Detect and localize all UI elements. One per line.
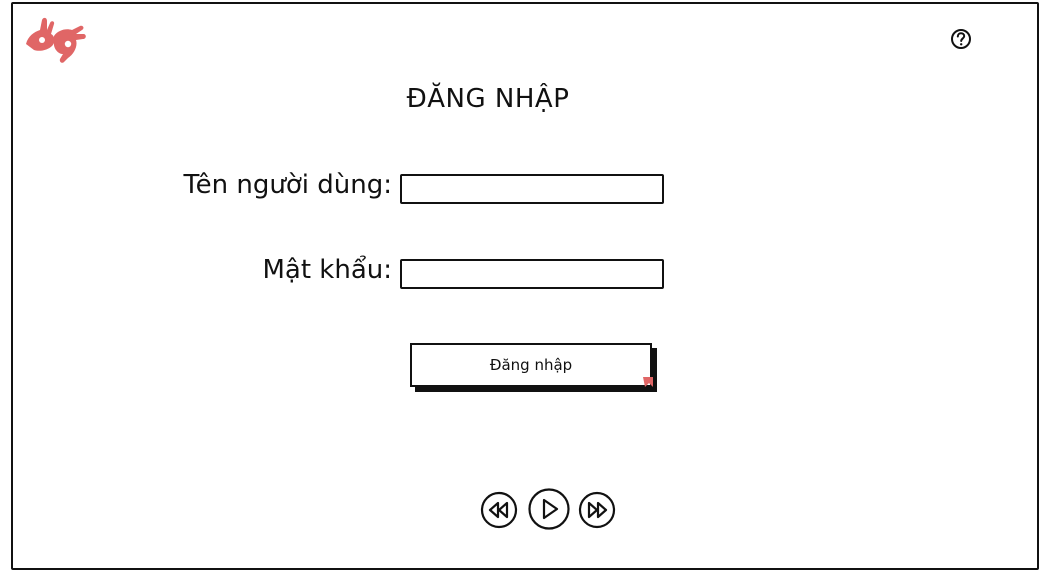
page-title: ĐĂNG NHẬP [406,84,570,114]
username-input[interactable] [400,174,664,204]
question-circle-icon[interactable] [950,28,972,50]
password-input[interactable] [400,259,664,289]
play-icon[interactable] [527,487,571,531]
username-label: Tên người dùng: [183,170,392,200]
rewind-icon[interactable] [479,490,519,530]
sign-language-logo-icon [26,17,86,63]
link-cursor-icon [643,377,653,387]
password-label: Mật khẩu: [262,255,392,285]
fast-forward-icon[interactable] [577,490,617,530]
login-button[interactable]: Đăng nhập [410,343,652,387]
